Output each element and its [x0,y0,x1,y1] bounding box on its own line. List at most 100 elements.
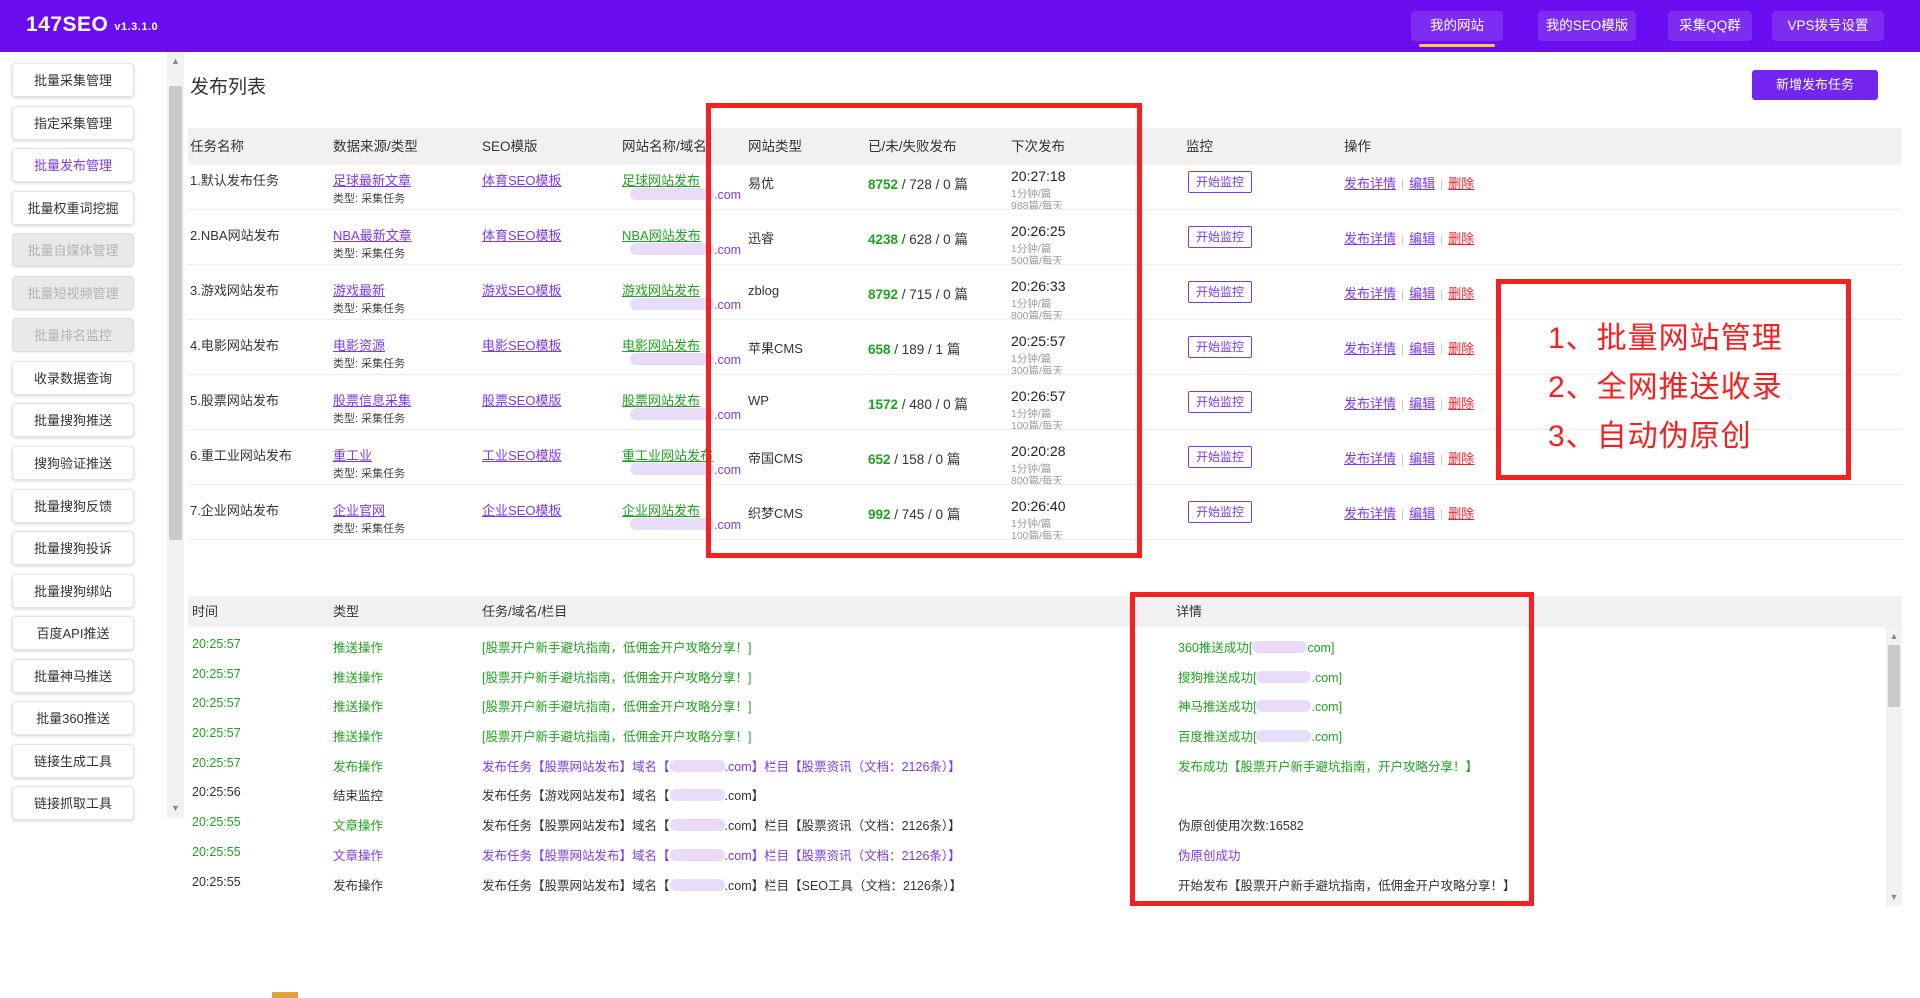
template-link[interactable]: 企业SEO模板 [482,500,561,519]
sidebar-item[interactable]: 批量采集管理 [12,63,134,97]
sidebar-item[interactable]: 指定采集管理 [12,106,134,140]
action-edit[interactable]: 编辑 [1409,396,1435,411]
action-publish-details[interactable]: 发布详情 [1344,396,1396,411]
monitor-button[interactable]: 开始监控 [1188,336,1252,358]
row-actions: 发布详情|编辑|删除 [1344,393,1474,412]
site-link[interactable]: NBA网站发布 [622,225,701,244]
brand-name: 147SEO [26,13,108,36]
action-publish-details[interactable]: 发布详情 [1344,506,1396,521]
source-type: 类型: 采集任务 [333,520,405,536]
blurred-domain [670,879,725,891]
template-link[interactable]: 游戏SEO模板 [482,280,561,299]
sidebar-item[interactable]: 批量搜狗投诉 [12,531,134,565]
monitor-button[interactable]: 开始监控 [1188,501,1252,523]
sidebar-item[interactable]: 收录数据查询 [12,361,134,395]
action-delete[interactable]: 删除 [1448,341,1474,356]
nav-item[interactable]: 我的网站 [1411,11,1503,41]
source-link[interactable]: 企业官网 [333,500,385,519]
log-type: 发布操作 [333,756,383,775]
source-link[interactable]: 重工业 [333,445,372,464]
log-content: 发布任务【股票网站发布】域名【.com】栏目【股票资讯（文档：2126条）】 [482,756,961,775]
site-link[interactable]: 股票网站发布 [622,390,700,409]
scroll-down-icon[interactable]: ▼ [167,803,184,813]
blurred-domain [670,760,725,772]
sidebar-item[interactable]: 批量搜狗绑站 [12,574,134,608]
site-link[interactable]: 重工业网站发布 [622,445,713,464]
row-actions: 发布详情|编辑|删除 [1344,503,1474,522]
action-edit[interactable]: 编辑 [1409,176,1435,191]
sidebar-item[interactable]: 链接抓取工具 [12,786,134,820]
source-link[interactable]: NBA最新文章 [333,225,412,244]
source-link[interactable]: 游戏最新 [333,280,385,299]
site-link[interactable]: 游戏网站发布 [622,280,700,299]
sidebar-item[interactable]: 批量搜狗推送 [12,403,134,437]
task-name: 5.股票网站发布 [190,390,279,409]
nav-item[interactable]: VPS拨号设置 [1772,11,1884,41]
row-actions: 发布详情|编辑|删除 [1344,228,1474,247]
action-edit[interactable]: 编辑 [1409,451,1435,466]
action-publish-details[interactable]: 发布详情 [1344,451,1396,466]
sidebar-item[interactable]: 批量发布管理 [12,148,134,182]
site-link[interactable]: 足球网站发布 [622,170,700,189]
action-delete[interactable]: 删除 [1448,286,1474,301]
sidebar-item[interactable]: 搜狗验证推送 [12,446,134,480]
sidebar-scrollbar-thumb[interactable] [169,86,182,540]
action-delete[interactable]: 删除 [1448,451,1474,466]
source-type: 类型: 采集任务 [333,190,405,206]
log-table-header [188,596,1902,627]
action-delete[interactable]: 删除 [1448,231,1474,246]
action-edit[interactable]: 编辑 [1409,231,1435,246]
source-type: 类型: 采集任务 [333,300,405,316]
monitor-button[interactable]: 开始监控 [1188,281,1252,303]
annotation-line: 1、批量网站管理 [1548,313,1783,357]
site-link[interactable]: 企业网站发布 [622,500,700,519]
template-link[interactable]: 体育SEO模板 [482,225,561,244]
scroll-up-icon[interactable]: ▲ [167,56,184,66]
sidebar-item[interactable]: 批量360推送 [12,701,134,735]
action-publish-details[interactable]: 发布详情 [1344,231,1396,246]
log-content: 发布任务【股票网站发布】域名【.com】栏目【SEO工具（文档：2126条）】 [482,875,962,894]
action-edit[interactable]: 编辑 [1409,286,1435,301]
blurred-domain [630,353,714,365]
action-delete[interactable]: 删除 [1448,396,1474,411]
action-delete[interactable]: 删除 [1448,176,1474,191]
nav-item[interactable]: 我的SEO模版 [1538,11,1636,41]
action-publish-details[interactable]: 发布详情 [1344,286,1396,301]
add-publish-task-button[interactable]: 新增发布任务 [1752,70,1878,100]
template-link[interactable]: 工业SEO模版 [482,445,561,464]
site-link[interactable]: 电影网站发布 [622,335,700,354]
column-header: 网站名称/域名 [622,130,707,163]
template-link[interactable]: 电影SEO模板 [482,335,561,354]
monitor-button[interactable]: 开始监控 [1188,171,1252,193]
sidebar-item[interactable]: 百度API推送 [12,616,134,650]
action-publish-details[interactable]: 发布详情 [1344,341,1396,356]
monitor-button[interactable]: 开始监控 [1188,226,1252,248]
action-publish-details[interactable]: 发布详情 [1344,176,1396,191]
sidebar-item[interactable]: 批量神马推送 [12,659,134,693]
sidebar-item[interactable]: 批量权重词挖掘 [12,191,134,225]
nav-item[interactable]: 采集QQ群 [1668,11,1752,41]
log-time: 20:25:56 [192,785,241,799]
source-link[interactable]: 足球最新文章 [333,170,411,189]
log-content: [股票开户新手避坑指南，低佣金开户攻略分享！] [482,637,751,656]
source-link[interactable]: 电影资源 [333,335,385,354]
brand-version: v1.3.1.0 [114,21,158,33]
log-scroll-up-icon[interactable]: ▲ [1886,631,1902,641]
blurred-domain [670,789,725,801]
log-time: 20:25:57 [192,696,241,710]
action-delete[interactable]: 删除 [1448,506,1474,521]
action-edit[interactable]: 编辑 [1409,506,1435,521]
log-time: 20:25:57 [192,756,241,770]
action-edit[interactable]: 编辑 [1409,341,1435,356]
monitor-button[interactable]: 开始监控 [1188,391,1252,413]
log-column-header: 时间 [192,596,218,627]
sidebar-item[interactable]: 批量搜狗反馈 [12,489,134,523]
template-link[interactable]: 股票SEO模版 [482,390,561,409]
monitor-button[interactable]: 开始监控 [1188,446,1252,468]
log-scrollbar-thumb[interactable] [1888,645,1900,707]
sidebar-item[interactable]: 链接生成工具 [12,744,134,778]
source-link[interactable]: 股票信息采集 [333,390,411,409]
blurred-domain [630,463,714,475]
log-scroll-down-icon[interactable]: ▼ [1886,892,1902,902]
template-link[interactable]: 体育SEO模板 [482,170,561,189]
